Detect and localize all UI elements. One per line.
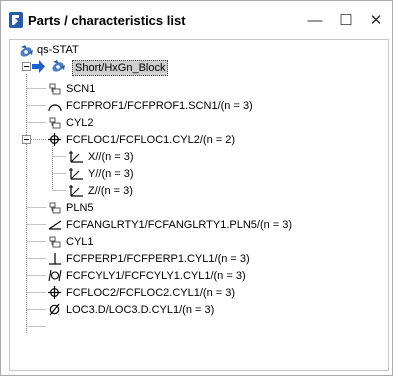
tree-item[interactable]: FCFPERP1/FCFPERP1.CYL1/(n = 3) xyxy=(66,252,250,266)
satellite-icon xyxy=(20,45,33,57)
collapse-icon[interactable] xyxy=(22,62,31,71)
tree-item[interactable]: FCFANGLRTY1/FCFANGLRTY1.PLN5/(n = 3) xyxy=(66,218,292,232)
axis-icon xyxy=(69,151,83,163)
axis-icon xyxy=(69,168,83,180)
tree-item[interactable]: PLN5 xyxy=(66,201,94,215)
tree-root-label[interactable]: qs-STAT xyxy=(37,43,79,57)
datum-feature-icon xyxy=(49,202,61,214)
angularity-icon xyxy=(48,220,62,230)
tree-item[interactable]: FCFLOC1/FCFLOC1.CYL2/(n = 2) xyxy=(66,133,235,147)
tree-item[interactable]: Y//(n = 3) xyxy=(88,167,134,181)
tree-item[interactable]: SCN1 xyxy=(66,82,95,96)
datum-feature-icon xyxy=(49,117,61,129)
tree-part-label[interactable]: Short/HxGn_Block xyxy=(72,60,169,76)
datum-feature-icon xyxy=(49,83,61,95)
maximize-button[interactable]: ☐ xyxy=(332,7,360,33)
tree-item[interactable]: CYL2 xyxy=(66,116,94,130)
maximize-icon: ☐ xyxy=(339,12,353,29)
title-bar[interactable]: Parts / characteristics list — ☐ ✕ xyxy=(1,1,392,39)
tree-item[interactable]: X//(n = 3) xyxy=(88,150,134,164)
part-icon xyxy=(52,60,65,72)
tree-item[interactable]: FCFPROF1/FCFPROF1.SCN1/(n = 3) xyxy=(66,99,253,113)
position-icon xyxy=(48,133,61,146)
close-button[interactable]: ✕ xyxy=(362,7,390,33)
minimize-icon: — xyxy=(307,11,323,29)
perpendicularity-icon xyxy=(49,253,61,265)
diameter-icon xyxy=(49,303,60,316)
tree-item[interactable]: FCFCYLY1/FCFCYLY1.CYL1/(n = 3) xyxy=(66,269,246,283)
close-icon: ✕ xyxy=(369,12,383,29)
minimize-button[interactable]: — xyxy=(301,7,329,33)
arrow-right-icon xyxy=(32,60,45,73)
tree-item[interactable]: LOC3.D/LOC3.D.CYL1/(n = 3) xyxy=(66,303,214,317)
parts-characteristics-window: Parts / characteristics list — ☐ ✕ qs-ST… xyxy=(0,0,393,376)
profile-of-line-icon xyxy=(48,104,62,112)
cylindricity-icon xyxy=(48,269,62,282)
datum-feature-icon xyxy=(49,236,61,248)
axis-icon xyxy=(69,185,83,197)
collapse-icon[interactable] xyxy=(22,135,31,144)
parts-tree[interactable]: qs-STAT Short/HxGn_Block SCN1 FCFPROF1/F… xyxy=(9,39,389,371)
position-icon xyxy=(48,286,61,299)
app-icon xyxy=(9,12,23,28)
tree-item[interactable]: Z//(n = 3) xyxy=(88,184,133,198)
tree-item[interactable]: CYL1 xyxy=(66,235,94,249)
tree-item[interactable]: FCFLOC2/FCFLOC2.CYL1/(n = 3) xyxy=(66,286,235,300)
window-title: Parts / characteristics list xyxy=(28,13,186,28)
